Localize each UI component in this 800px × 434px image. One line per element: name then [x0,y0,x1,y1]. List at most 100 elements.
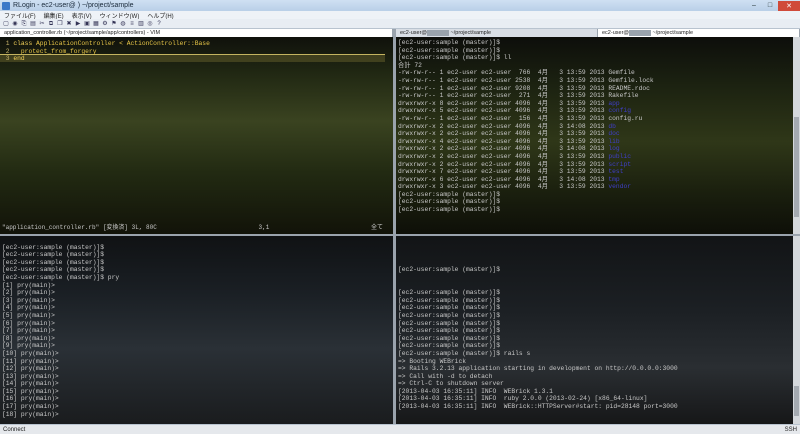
pry-output[interactable]: [ec2-user:sample (master)]$ [ec2-user:sam… [2,236,385,418]
toolbar-icon-10[interactable]: ▦ [92,20,100,28]
terminal-line: => Rails 3.2.13 application starting in … [398,365,678,373]
line-number: 2 [2,47,14,55]
terminal-line: [16] pry(main)> [2,395,59,403]
scrollbar[interactable] [793,37,800,234]
vim-pane[interactable]: application_controller.rb (~/project/sam… [0,29,393,234]
terminal-line: [ec2-user:sample (master)]$ [398,334,501,342]
terminal-line: [ec2-user:sample (master)]$ [398,289,501,297]
terminal-line: drwxrwxr-x 2 ec2-user ec2-user 4096 4月 3… [398,145,620,153]
toolbar-icon-3[interactable]: ▤ [29,20,37,28]
terminal-line: [1] pry(main)> [2,281,55,289]
vim-buffer[interactable]: 1 class ApplicationController < ActionCo… [2,40,385,63]
terminal-line: [7] pry(main)> [2,327,55,335]
terminal-line: drwxrwxr-x 3 ec2-user ec2-user 4096 4月 3… [398,183,632,191]
toolbar-icon-16[interactable]: ◎ [146,20,154,28]
toolbar-icon-0[interactable]: ▢ [2,20,10,28]
terminal-pane-ls[interactable]: ec2-user@xxxxxxxx ~/project/sample ec2-u… [396,29,800,234]
toolbar-icon-8[interactable]: ▶ [74,20,82,28]
masked-host: xxxxxxxx [426,30,449,36]
directory-name: db [608,122,616,130]
vim-line: 3 end [2,55,385,63]
terminal-pane-pry[interactable]: [ec2-user:sample (master)]$ [ec2-user:sam… [0,236,393,424]
terminal-line: [4] pry(main)> [2,304,55,312]
toolbar-icon-14[interactable]: ≡ [128,20,136,28]
toolbar: ▢ ◉ ⎘ ▤ ✂ ⧉ ❐ ✖ ▶ ▣ ▦ ⚙ ⚑ ◍ ≡ ▥ ◎? [0,19,800,29]
terminal-line: [ec2-user:sample (master)]$ [398,198,501,206]
close-button[interactable]: ✕ [778,0,800,11]
code-keyword [13,48,21,55]
vim-cursor-pos: 3,1 [258,224,270,231]
terminal-line: [9] pry(main)> [2,342,55,350]
terminal-line: drwxrwxr-x 2 ec2-user ec2-user 4096 4月 3… [398,160,632,168]
terminal-line: [2013-04-03 16:35:11] INFO WEBrick 1.3.1 [398,387,553,395]
code-identifier: protect_from_forgery [20,47,97,55]
terminal-line: [5] pry(main)> [2,311,55,319]
terminal-line: => Booting WEBrick [398,357,467,365]
minimize-button[interactable]: – [746,1,762,11]
terminal-line: drwxrwxr-x 7 ec2-user ec2-user 4096 4月 3… [398,168,624,176]
terminal-line: [ec2-user:sample (master)]$ [398,39,501,46]
terminal-line: [17] pry(main)> [2,403,59,411]
terminal-line: [ec2-user:sample (master)]$ [398,304,501,312]
terminal-line: drwxrwxr-x 2 ec2-user ec2-user 4096 4月 3… [398,130,620,138]
code-identifier: ApplicationController [36,40,116,47]
toolbar-icon-4[interactable]: ✂ [38,20,46,28]
directory-name: test [608,168,624,176]
terminal-line: [2] pry(main)> [2,289,55,297]
terminal-line: [ec2-user:sample (master)]$ [398,190,501,198]
title-bar: RLogin - ec2-user@ ) ~/project/sample – … [0,0,800,11]
toolbar-icon-13[interactable]: ◍ [119,20,127,28]
maximize-button[interactable]: □ [762,1,778,11]
rails-output[interactable]: [ec2-user:sample (master)]$ [ec2-user:sa… [398,236,792,411]
tab-ssh-a[interactable]: ec2-user@xxxxxxxx ~/project/sample [396,29,598,37]
toolbar-icon-12[interactable]: ⚑ [110,20,118,28]
code-keyword: class [13,40,37,47]
ls-output[interactable]: [ec2-user:sample (master)]$ [ec2-user:sam… [398,39,792,214]
directory-name: app [608,99,620,107]
terminal-line: drwxrwxr-x 2 ec2-user ec2-user 4096 4月 3… [398,152,632,160]
terminal-line: [ec2-user:sample (master)]$ [398,296,501,304]
masked-host: xxxxxxxx [628,30,651,36]
terminal-line: -rw-rw-r-- 1 ec2-user ec2-user 766 4月 3 … [398,69,635,77]
toolbar-icon-7[interactable]: ✖ [65,20,73,28]
tab-ssh-b[interactable]: ec2-user@xxxxxxxx ~/project/sample [598,29,800,37]
connection-status: Connect [3,426,26,433]
toolbar-icon-11[interactable]: ⚙ [101,20,109,28]
terminal-line: [6] pry(main)> [2,319,55,327]
toolbar-icon-1[interactable]: ◉ [11,20,19,28]
terminal-line: [2013-04-03 16:35:11] INFO WEBrick::HTTP… [398,403,678,411]
terminal-line: [ec2-user:sample (master)]$ [2,258,105,266]
vim-line: 1 class ApplicationController < ActionCo… [2,40,385,48]
toolbar-icon-17[interactable]: ? [155,20,163,28]
rlogin-app-icon [2,1,10,10]
toolbar-icon-5[interactable]: ⧉ [47,20,55,28]
tab-vim[interactable]: application_controller.rb (~/project/sam… [0,29,393,37]
toolbar-icon-6[interactable]: ❐ [56,20,64,28]
terminal-line: => Call with -d to detach [398,372,493,380]
terminal-line: [ec2-user:sample (master)]$ pry [2,273,120,281]
toolbar-icon-9[interactable]: ▣ [83,20,91,28]
window-title: RLogin - ec2-user@ ) ~/project/sample [13,2,134,9]
vim-file-info: "application_controller.rb" [変換済] 3L, 80… [2,224,157,231]
terminal-line: [ec2-user:sample (master)]$ [398,342,501,350]
toolbar-icon-2[interactable]: ⎘ [20,20,28,28]
terminal-line: [12] pry(main)> [2,365,59,373]
terminal-line: [3] pry(main)> [2,296,55,304]
terminal-line: => Ctrl-C to shutdown server [398,380,504,388]
terminal-line: [ec2-user:sample (master)]$ [398,327,501,335]
toolbar-icon-15[interactable]: ▥ [137,20,145,28]
terminal-line: [ec2-user:sample (master)]$ [398,319,501,327]
terminal-line: -rw-rw-r-- 1 ec2-user ec2-user 156 4月 3 … [398,114,643,122]
scrollbar[interactable] [793,236,800,424]
terminal-line: [8] pry(main)> [2,334,55,342]
terminal-line: [ec2-user:sample (master)]$ [2,266,105,274]
directory-name: tmp [608,175,620,183]
terminal-line: [18] pry(main)> [2,410,59,418]
terminal-pane-rails[interactable]: [ec2-user:sample (master)]$ [ec2-user:sa… [396,236,800,424]
